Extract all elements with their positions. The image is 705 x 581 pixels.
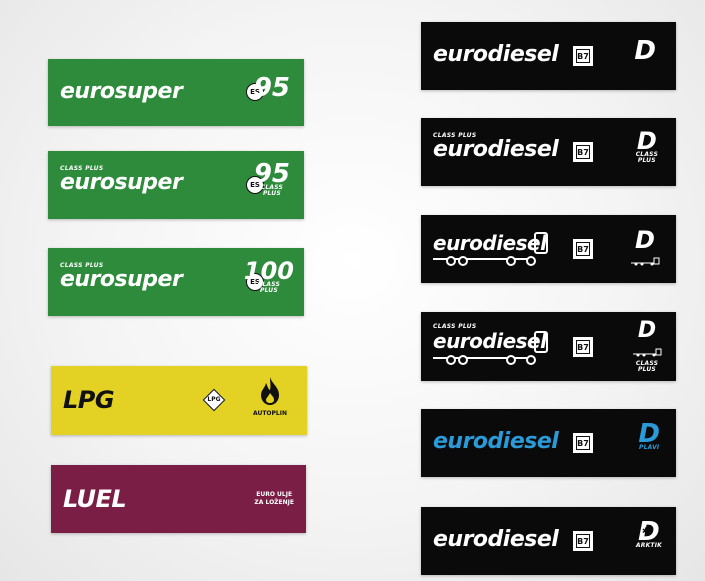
luel-note-line2: ZA LOŽENJE: [254, 499, 294, 506]
lpg-badge: LPG: [202, 388, 226, 412]
brand-block: CLASS PLUS eurosuper: [60, 263, 183, 292]
grade-block: D CLASS PLUS: [632, 320, 662, 373]
brand-text: eurosuper: [60, 79, 183, 104]
brand-block: CLASS PLUS eurosuper: [60, 166, 183, 195]
b7-badge: B7: [573, 239, 593, 259]
brand-text: LPG: [63, 386, 115, 414]
autoplin-block: AUTOPLIN: [245, 376, 295, 417]
grade-sub: ARKTIK: [635, 542, 662, 549]
grade-letter: D: [634, 36, 656, 66]
grade-block: 100 CLASS PLUS: [243, 257, 294, 294]
grade-sub2: PLUS: [262, 190, 281, 197]
grade-number: 95: [253, 73, 290, 103]
grade-block: 95 CLASS PLUS: [253, 159, 290, 197]
lpg-badge-text: LPG: [207, 396, 221, 403]
b7-badge: B7: [573, 46, 593, 66]
grade-sub: PLAVI: [639, 444, 660, 451]
flame-icon: [261, 377, 279, 405]
grade-block: D: [630, 226, 660, 270]
brand-text: eurosuper: [60, 170, 183, 195]
lpg-label: LPG LPG AUTOPLIN: [51, 366, 307, 435]
snowflake-icon: ✱: [641, 527, 650, 537]
b7-badge: B7: [573, 433, 593, 453]
grade-letter: D: [635, 226, 655, 254]
eurosuper-100-classplus-label: CLASS PLUS eurosuper ES 100 CLASS PLUS: [48, 248, 304, 316]
brand-text: LUEL: [63, 485, 127, 513]
eurosuper-95-classplus-label: CLASS PLUS eurosuper ES 95 CLASS PLUS: [48, 151, 304, 219]
eurosuper-95-label: eurosuper ES 95: [48, 59, 304, 126]
grade-letter: D: [637, 318, 657, 343]
autoplin-text: AUTOPLIN: [253, 410, 287, 417]
truck-icon: [433, 331, 548, 365]
grade-sub2: PLUS: [260, 287, 278, 294]
eurodiesel-classplus-label: CLASS PLUS eurodiesel B7 D CLASS PLUS: [421, 118, 676, 186]
eurodiesel-classplus-truck-label: CLASS PLUS eurodiesel B7 D CLASS PLUS: [421, 312, 676, 381]
grade-sub2: PLUS: [638, 366, 656, 373]
grade-sub2: PLUS: [637, 157, 656, 164]
small-truck-icon: [631, 257, 660, 266]
grade-number: 95: [253, 159, 290, 189]
eurodiesel-truck-label: eurodiesel B7 D: [421, 215, 676, 283]
brand-block: CLASS PLUS eurodiesel: [433, 133, 559, 162]
eurodiesel-arktik-label: eurodiesel B7 D ✱ ARKTIK: [421, 507, 676, 575]
brand-text: eurodiesel: [433, 137, 559, 162]
eurodiesel-label: eurodiesel B7 D: [421, 22, 676, 90]
grade-letter: D: [636, 127, 657, 155]
grade-block: D CLASS PLUS: [636, 127, 658, 164]
truck-icon: [433, 232, 548, 266]
grade-block: D: [634, 36, 656, 66]
brand-text: eurosuper: [60, 267, 183, 292]
grade-block: D ✱ ARKTIK: [635, 519, 662, 549]
b7-badge: B7: [573, 142, 593, 162]
eurodiesel-plavi-label: eurodiesel B7 D PLAVI: [421, 409, 676, 477]
luel-label: LUEL EURO ULJE ZA LOŽENJE: [51, 465, 306, 533]
grade-95: 95: [253, 73, 290, 103]
b7-badge: B7: [573, 337, 593, 357]
brand-text: eurodiesel: [433, 42, 559, 67]
brand-text: eurodiesel: [433, 429, 559, 454]
b7-badge: B7: [573, 531, 593, 551]
grade-letter: D: [638, 419, 660, 449]
grade-number: 100: [243, 257, 294, 285]
small-truck-icon: [633, 348, 662, 357]
brand-text: eurodiesel: [433, 527, 559, 552]
luel-note: EURO ULJE ZA LOŽENJE: [254, 491, 294, 507]
grade-block: D PLAVI: [638, 419, 660, 451]
luel-note-line1: EURO ULJE: [256, 491, 293, 498]
